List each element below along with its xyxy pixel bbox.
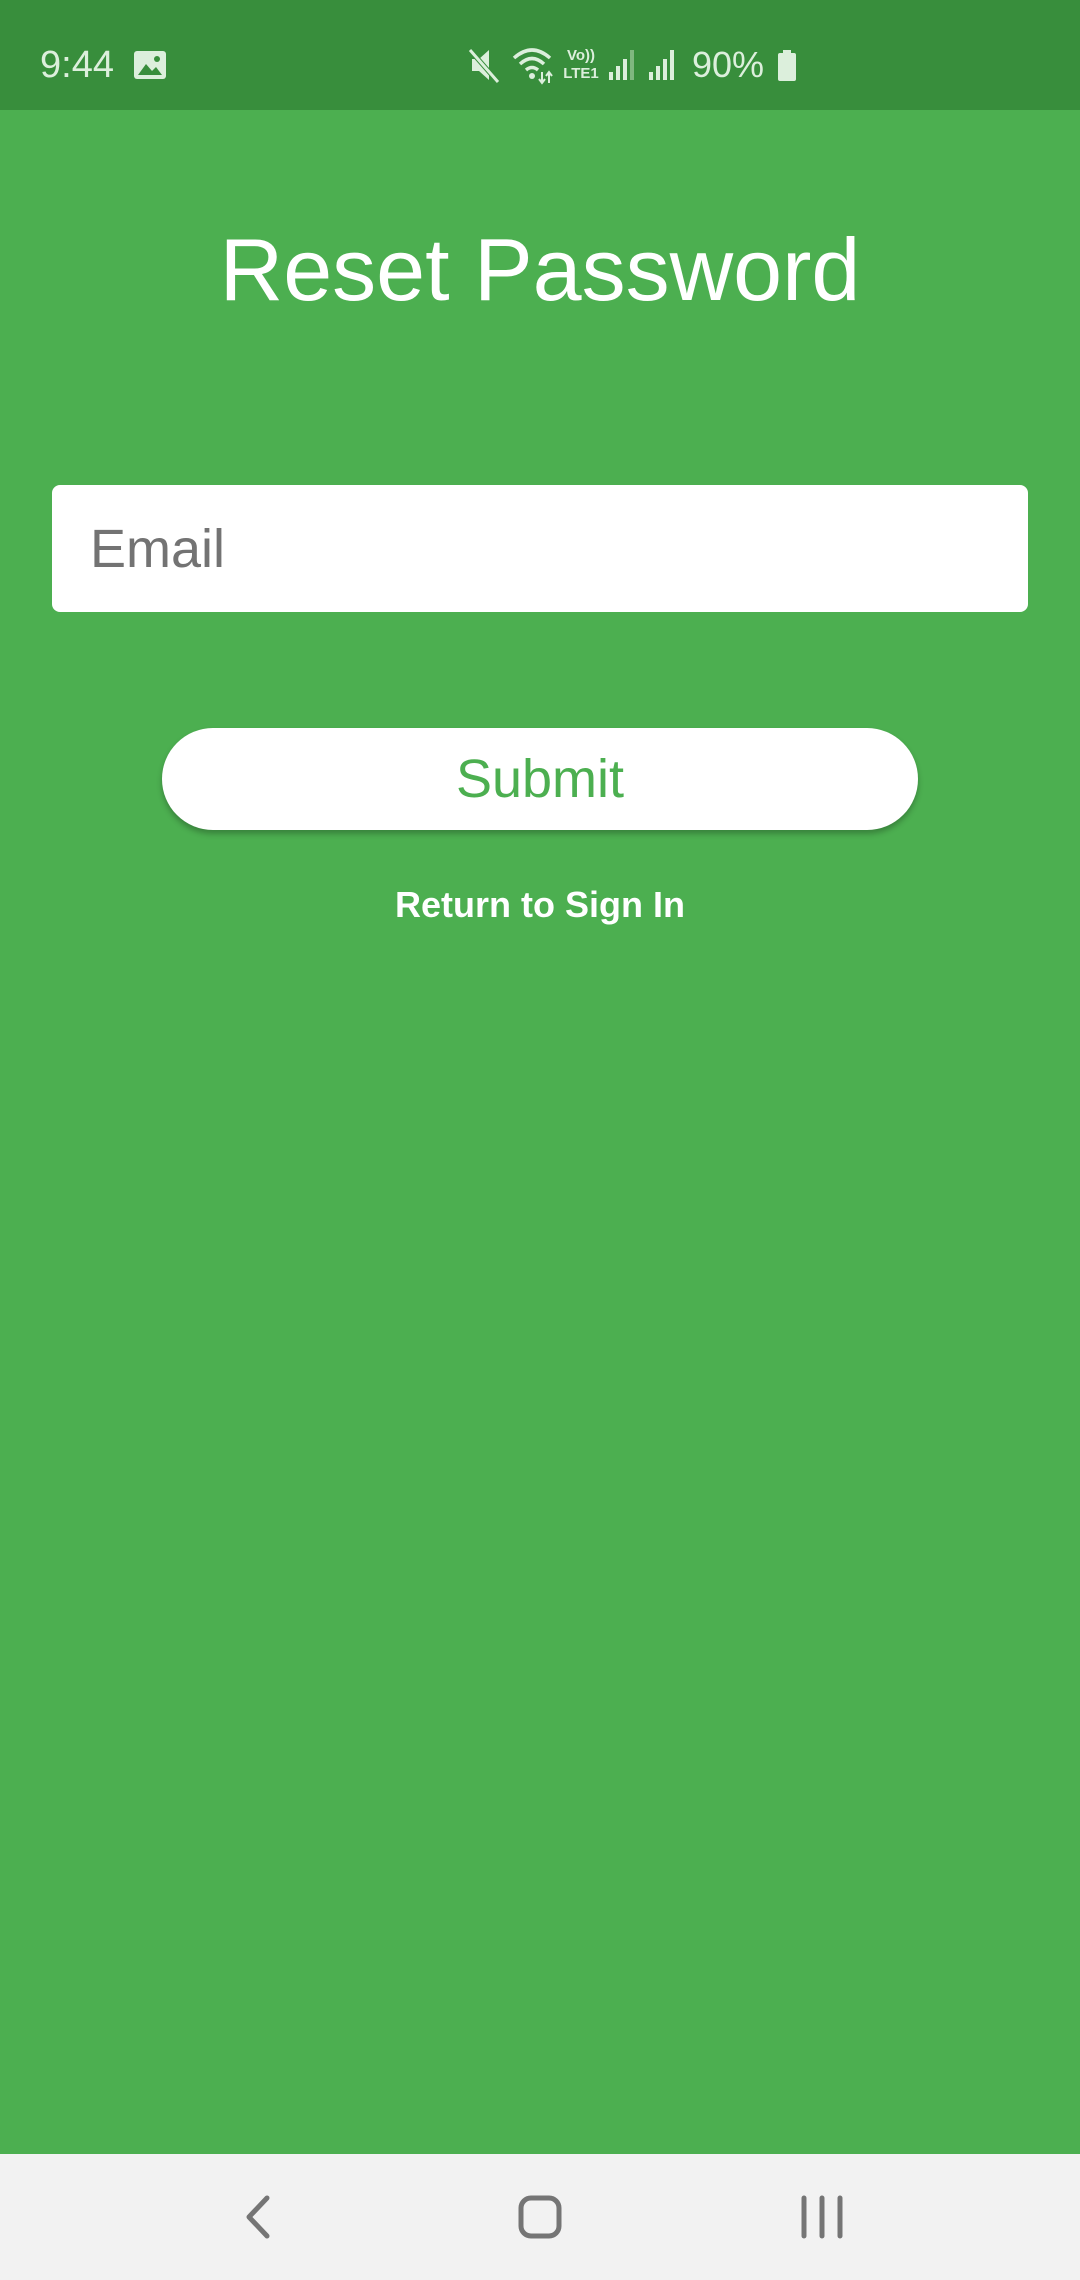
battery-percent: 90% [692,44,765,85]
navigation-bar [0,2154,1080,2280]
recents-icon[interactable] [787,2182,857,2252]
signal-icon [609,50,634,80]
mute-icon [468,48,500,84]
home-icon[interactable] [505,2182,575,2252]
volte-lte-icon: Vo)) LTE1 [563,47,599,82]
svg-text:LTE1: LTE1 [563,65,599,82]
wifi-icon [512,48,553,85]
battery-icon [778,50,796,81]
email-field[interactable] [52,485,1028,612]
image-icon [134,51,166,79]
reset-password-screen: 9:44 Vo)) LTE1 90% Reset Password Email … [0,0,1080,2280]
page-title: Reset Password [219,220,861,319]
submit-button[interactable]: Submit [162,728,918,830]
back-icon[interactable] [225,2182,295,2252]
email-input[interactable] [90,517,990,580]
status-bar: 9:44 Vo)) LTE1 90% [0,0,1080,110]
signal-icon [649,50,674,80]
return-to-sign-in-link[interactable]: Return to Sign In [0,880,1080,930]
svg-text:Vo)): Vo)) [567,47,595,64]
status-time: 9:44 [40,44,114,86]
